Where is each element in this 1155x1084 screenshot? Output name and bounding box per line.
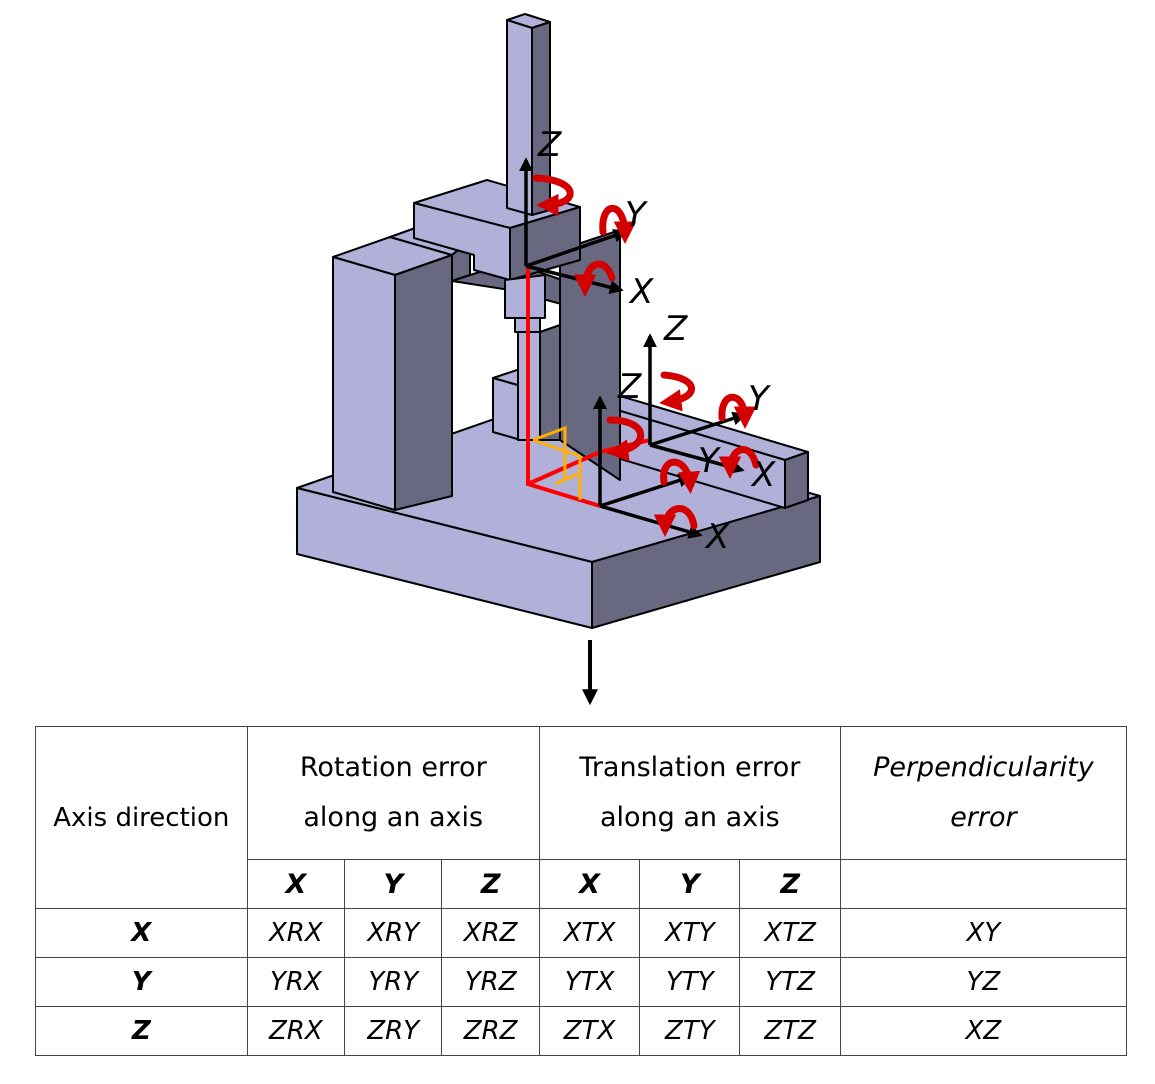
cell: ZTX	[538, 1006, 641, 1056]
top-z-label: Z	[537, 125, 562, 165]
quill-side	[531, 21, 551, 216]
cell: ZTZ	[739, 1006, 841, 1056]
row-axis: Y	[35, 957, 248, 1007]
cell: ZRX	[246, 1006, 346, 1056]
header-translation-error: Translation error along an axis	[538, 726, 841, 860]
cell: YTY	[639, 957, 741, 1007]
low-x-label: X	[704, 517, 730, 557]
machine-diagram: Z Y X Z Y X Z Y X	[296, 13, 821, 706]
cell: ZTY	[639, 1006, 741, 1056]
row-axis: X	[35, 908, 248, 958]
left-column	[332, 236, 453, 511]
subheader-rotation-x: X	[246, 859, 346, 909]
mid-z-label: Z	[663, 309, 688, 349]
top-x-label: X	[628, 272, 654, 312]
cell: ZRZ	[441, 1006, 540, 1056]
table-row: X XRX XRY XRZ XTX XTY XTZ XY	[35, 908, 1128, 958]
cell: YTZ	[739, 957, 841, 1007]
row-axis: Z	[35, 1006, 248, 1056]
subheader-translation-y: Y	[639, 859, 741, 909]
subheader-translation-z: Z	[739, 859, 841, 909]
cell: XRX	[246, 908, 346, 958]
header-rotation-error: Rotation error along an axis	[246, 726, 540, 860]
cell: XRY	[344, 908, 443, 958]
rotation-arrow-icon	[659, 371, 695, 412]
cell: YRZ	[441, 957, 540, 1007]
cell: XTX	[538, 908, 641, 958]
cell: XTZ	[739, 908, 841, 958]
cell: XY	[839, 908, 1128, 958]
low-z-label: Z	[617, 367, 642, 407]
mid-x-label: X	[750, 455, 776, 495]
subheader-translation-x: X	[538, 859, 641, 909]
subheader-rotation-z: Z	[441, 859, 540, 909]
cell: XTY	[639, 908, 741, 958]
cell: YTX	[538, 957, 641, 1007]
quill-front	[506, 19, 533, 216]
subheader-rotation-y: Y	[344, 859, 443, 909]
column-front	[332, 256, 396, 511]
table-row: Y YRX YRY YRZ YTX YTY YTZ YZ	[35, 957, 1128, 1007]
table-row: Z ZRX ZRY ZRZ ZTX ZTY ZTZ XZ	[35, 1006, 1128, 1056]
header-perpendicularity-error: Perpendicularity error	[839, 726, 1128, 860]
cell: YRX	[246, 957, 346, 1007]
cell: YRY	[344, 957, 443, 1007]
cell: YZ	[839, 957, 1128, 1007]
low-y-label: Y	[698, 441, 721, 481]
mid-y-label: Y	[748, 379, 771, 419]
header-axis-direction: Axis direction	[35, 726, 248, 909]
cell: ZRY	[344, 1006, 443, 1056]
cell: XZ	[839, 1006, 1128, 1056]
cell: XRZ	[441, 908, 540, 958]
column-side	[394, 254, 453, 511]
top-y-label: Y	[625, 195, 648, 235]
subheader-perpendicularity	[839, 859, 1128, 909]
error-table: Axis direction Rotation error along an a…	[35, 726, 1128, 1056]
